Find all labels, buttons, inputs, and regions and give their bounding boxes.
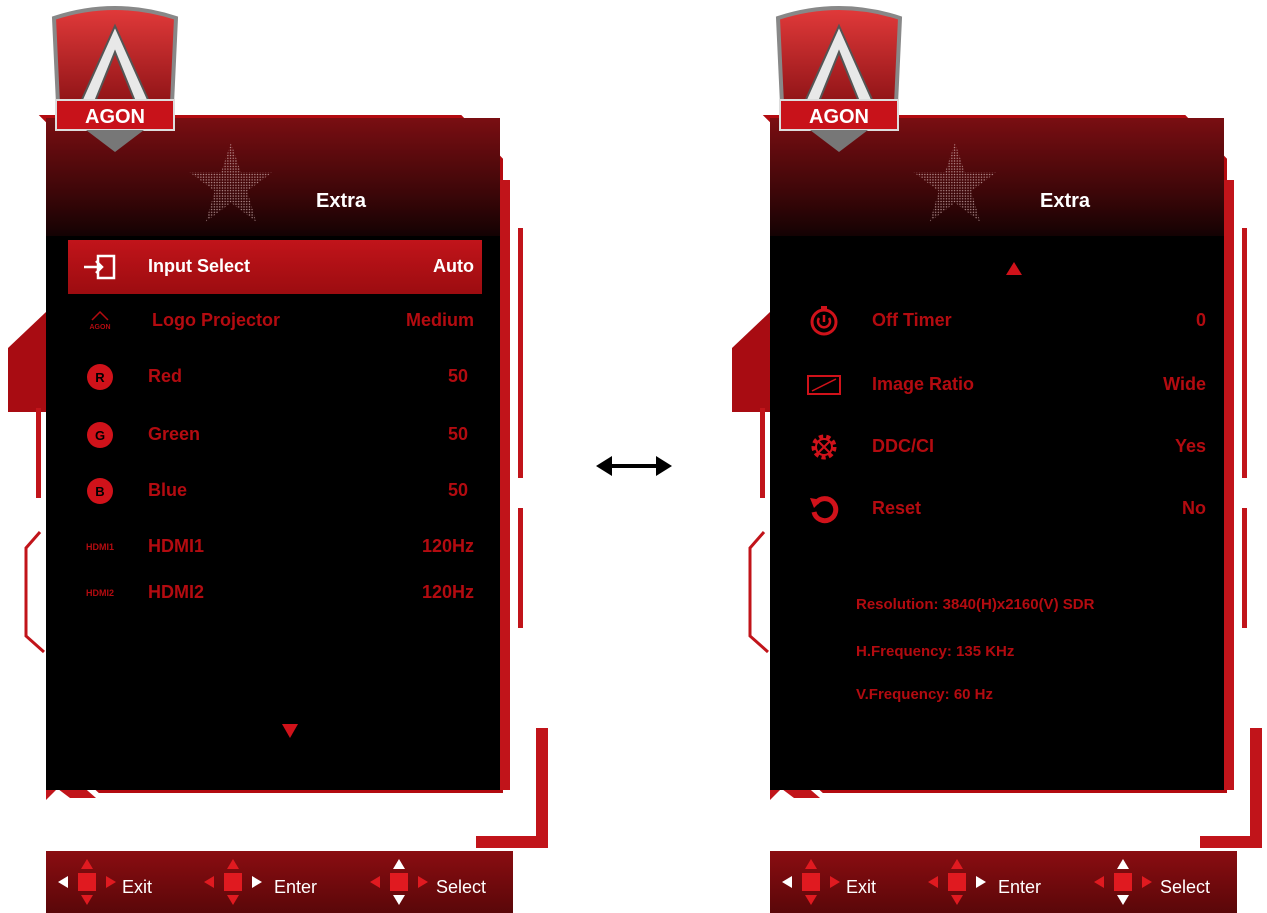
menu-item-label: Logo Projector bbox=[152, 310, 281, 330]
double-arrow-icon bbox=[596, 456, 672, 476]
menu-item-value: 120Hz bbox=[421, 582, 474, 602]
dpad-left-icon bbox=[58, 859, 116, 905]
osd-menu-panel: Extra Input Select Auto AGON Logo Projec… bbox=[46, 118, 500, 790]
ddc-gear-icon bbox=[804, 432, 844, 462]
menu-item-value: 50 bbox=[447, 366, 468, 386]
menu-item-value: 120Hz bbox=[421, 536, 474, 556]
blue-circle-icon: B bbox=[80, 476, 120, 506]
menu-item-label: Green bbox=[148, 424, 201, 444]
menu-item-value: 0 bbox=[1195, 310, 1206, 330]
svg-text:AGON: AGON bbox=[85, 106, 145, 128]
menu-item-red[interactable]: R Red 50 bbox=[68, 350, 482, 404]
menu-item-value: 50 bbox=[447, 424, 468, 444]
menu-item-label: HDMI1 bbox=[148, 536, 205, 556]
menu-item-image-ratio[interactable]: Image Ratio Wide bbox=[792, 358, 1206, 412]
resolution-info: Resolution: 3840(H)x2160(V) SDR bbox=[856, 596, 1095, 613]
star-icon bbox=[913, 142, 997, 222]
reset-icon bbox=[804, 494, 844, 524]
menu-item-off-timer[interactable]: Off Timer 0 bbox=[792, 294, 1206, 348]
menu-item-reset[interactable]: Reset No bbox=[792, 482, 1206, 536]
input-select-icon bbox=[80, 252, 120, 282]
dpad-right-icon bbox=[928, 859, 986, 905]
menu-item-label: Off Timer bbox=[872, 310, 952, 330]
menu-item-input-select[interactable]: Input Select Auto bbox=[68, 240, 482, 294]
hdmi2-icon: HDMI2 bbox=[85, 588, 114, 598]
menu-item-label: Blue bbox=[148, 480, 188, 500]
nav-bar: Exit Enter Select bbox=[770, 851, 1237, 913]
red-circle-icon: R bbox=[80, 362, 120, 392]
dpad-updown-icon bbox=[1094, 859, 1152, 905]
menu-item-label: Input Select bbox=[148, 256, 251, 276]
nav-label: Select bbox=[1160, 877, 1211, 897]
h-frequency-info: H.Frequency: 135 KHz bbox=[856, 643, 1015, 660]
dpad-left-icon bbox=[782, 859, 840, 905]
dpad-right-icon bbox=[204, 859, 262, 905]
aspect-ratio-icon bbox=[804, 370, 844, 400]
green-circle-icon: G bbox=[80, 420, 120, 450]
menu-item-blue[interactable]: B Blue 50 bbox=[68, 464, 482, 518]
menu-item-label: Red bbox=[148, 366, 183, 386]
v-frequency-info: V.Frequency: 60 Hz bbox=[856, 686, 993, 703]
timer-icon bbox=[804, 306, 844, 336]
menu-item-label: HDMI2 bbox=[148, 582, 205, 602]
menu-item-hdmi2[interactable]: HDMI2 HDMI2 120Hz bbox=[68, 566, 482, 620]
menu-item-ddc-ci[interactable]: DDC/CI Yes bbox=[792, 420, 1206, 474]
agon-logo: AGON bbox=[51, 6, 179, 152]
scroll-down-arrow-icon[interactable] bbox=[282, 724, 298, 738]
right-osd-panel: Extra Off Timer 0 Image Ratio Wide DDC/C… bbox=[724, 0, 1267, 913]
dpad-updown-icon bbox=[370, 859, 428, 905]
agon-logo-icon: AGON bbox=[80, 306, 120, 336]
nav-bar: Exit Enter Select bbox=[46, 851, 513, 913]
menu-item-label: Image Ratio bbox=[872, 374, 975, 394]
menu-item-value: Auto bbox=[433, 256, 474, 276]
menu-item-label: DDC/CI bbox=[872, 436, 934, 456]
menu-item-value: Medium bbox=[405, 310, 474, 330]
svg-text:AGON: AGON bbox=[809, 106, 869, 128]
nav-label: Select bbox=[436, 877, 487, 897]
menu-item-green[interactable]: G Green 50 bbox=[68, 408, 482, 462]
menu-item-label: Reset bbox=[872, 498, 922, 518]
star-icon bbox=[189, 142, 273, 222]
page-title: Extra bbox=[316, 190, 367, 212]
menu-item-logo-projector[interactable]: AGON Logo Projector Medium bbox=[68, 294, 482, 348]
scroll-up-arrow-icon[interactable] bbox=[1006, 262, 1022, 275]
menu-item-value: No bbox=[1182, 498, 1206, 518]
nav-label: Enter bbox=[998, 877, 1042, 897]
nav-label: Enter bbox=[274, 877, 318, 897]
left-osd-panel: Extra Input Select Auto AGON Logo Projec… bbox=[0, 0, 560, 913]
menu-item-value: Wide bbox=[1163, 374, 1206, 394]
menu-item-value: 50 bbox=[447, 480, 468, 500]
agon-logo: AGON bbox=[775, 6, 903, 152]
osd-menu-panel: Extra Off Timer 0 Image Ratio Wide DDC/C… bbox=[770, 118, 1224, 790]
menu-item-value: Yes bbox=[1174, 436, 1206, 456]
page-title: Extra bbox=[1040, 190, 1091, 212]
nav-label: Exit bbox=[122, 877, 153, 897]
hdmi1-icon: HDMI1 bbox=[85, 542, 114, 552]
nav-label: Exit bbox=[846, 877, 877, 897]
